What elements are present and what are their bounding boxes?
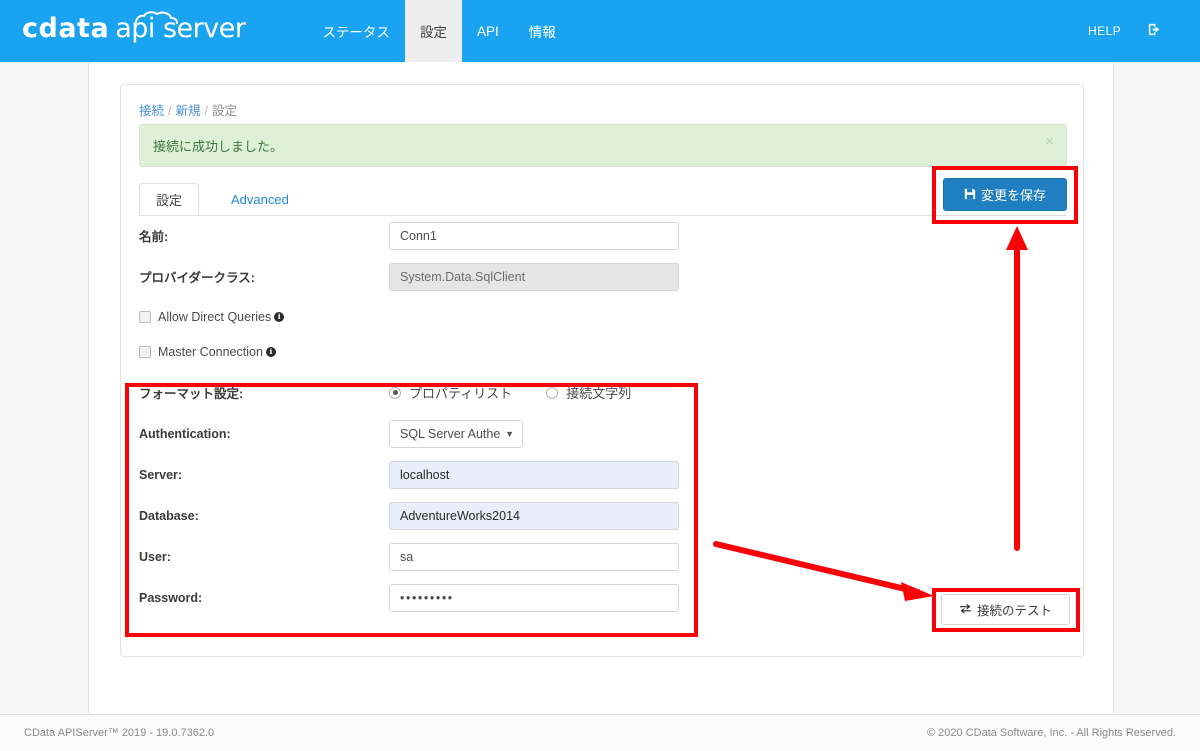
close-icon[interactable]: × [1045, 134, 1054, 149]
tab-settings[interactable]: 設定 [139, 183, 200, 215]
form-row-allow-direct-queries: Allow Direct Queries i [139, 299, 1067, 335]
form-row-user: User: [139, 536, 1067, 577]
brand-logo[interactable]: cdata api server [22, 0, 246, 62]
breadcrumb-item-new[interactable]: 新規 [176, 104, 201, 118]
label-provider-class: プロバイダークラス: [139, 271, 255, 285]
authentication-select[interactable]: SQL Server Auther ▼ [389, 419, 523, 448]
success-alert: 接続に成功しました。 × [139, 124, 1067, 167]
left-rail [0, 62, 89, 714]
save-icon [964, 188, 976, 202]
breadcrumb-separator-2: / [204, 104, 208, 118]
form-row-name: 名前: [139, 215, 1067, 256]
breadcrumb-item-connections[interactable]: 接続 [139, 104, 164, 118]
tab-advanced[interactable]: Advanced [215, 183, 305, 215]
nav-item-api[interactable]: API [462, 0, 514, 62]
label-user: User: [139, 549, 171, 564]
authentication-selected-value: SQL Server Auther [400, 426, 502, 441]
form-row-master-connection: Master Connection i [139, 334, 1067, 370]
save-button-label: 変更を保存 [980, 188, 1046, 203]
provider-class-input [389, 262, 679, 291]
test-connection-button-label: 接続のテスト [976, 604, 1052, 618]
label-format-setting: フォーマット設定: [139, 387, 244, 401]
nav-right-group: HELP [1074, 0, 1200, 62]
footer-copyright-text: © 2020 CData Software, Inc. - All Rights… [927, 727, 1176, 739]
top-navigation-bar: cdata api server ステータス 設定 API 情報 HELP [0, 0, 1200, 62]
radio-connection-string[interactable] [546, 386, 559, 399]
database-input[interactable] [389, 501, 679, 530]
connection-settings-card: 接続/新規/設定 接続に成功しました。 × 設定 Advanced 名前: プロ… [120, 84, 1084, 657]
nav-item-status[interactable]: ステータス [307, 0, 405, 62]
info-icon-allow-direct-queries[interactable]: i [274, 312, 285, 322]
brand-name-cdata: cdata [22, 13, 110, 44]
password-input[interactable] [389, 583, 679, 612]
nav-item-settings[interactable]: 設定 [404, 0, 462, 62]
cloud-icon [134, 11, 178, 24]
help-link[interactable]: HELP [1074, 24, 1135, 38]
logout-icon[interactable] [1135, 22, 1174, 40]
form-row-authentication: Authentication: SQL Server Auther ▼ [139, 413, 1067, 454]
allow-direct-queries-checkbox[interactable] [139, 311, 151, 323]
user-input[interactable] [389, 542, 679, 571]
label-password: Password: [139, 590, 203, 605]
breadcrumb-item-current: 設定 [212, 104, 238, 118]
info-icon-master-connection[interactable]: i [265, 347, 276, 357]
label-property-list: プロパティリスト [409, 386, 513, 401]
page-footer: CData APIServer™ 2019 - 19.0.7362.0 © 20… [0, 714, 1200, 751]
footer-version-text: CData APIServer™ 2019 - 19.0.7362.0 [24, 727, 215, 739]
label-authentication: Authentication: [139, 426, 231, 441]
form-row-format-setting: フォーマット設定: プロパティリスト 接続文字列 [139, 372, 1067, 413]
save-button[interactable]: 変更を保存 [943, 178, 1067, 211]
server-input[interactable] [389, 460, 679, 489]
form-row-server: Server: [139, 454, 1067, 495]
settings-tabs: 設定 Advanced [139, 183, 1067, 216]
form-row-password: Password: [139, 577, 1067, 618]
label-name: 名前: [139, 230, 169, 244]
main-nav: ステータス 設定 API 情報 [307, 0, 570, 62]
master-connection-checkbox[interactable] [139, 346, 151, 358]
test-connection-button[interactable]: 接続のテスト [941, 594, 1070, 625]
label-connection-string: 接続文字列 [566, 386, 632, 401]
form-row-provider-class: プロバイダークラス: [139, 256, 1067, 297]
label-database: Database: [139, 508, 199, 523]
success-alert-message: 接続に成功しました。 [153, 139, 284, 154]
name-input[interactable] [389, 221, 679, 250]
nav-item-info[interactable]: 情報 [514, 0, 571, 62]
label-master-connection: Master Connection [158, 345, 263, 359]
breadcrumb-separator-1: / [168, 104, 172, 118]
exchange-arrows-icon [959, 603, 972, 616]
breadcrumb: 接続 / 新規 / 設定 [139, 100, 237, 119]
label-allow-direct-queries: Allow Direct Queries [158, 310, 272, 324]
chevron-down-icon: ▼ [505, 428, 514, 439]
form-row-database: Database: [139, 495, 1067, 536]
label-server: Server: [139, 467, 183, 482]
radio-option-connection-string[interactable]: 接続文字列 [546, 383, 631, 402]
radio-option-property-list[interactable]: プロパティリスト [389, 383, 512, 402]
radio-property-list[interactable] [389, 386, 401, 399]
